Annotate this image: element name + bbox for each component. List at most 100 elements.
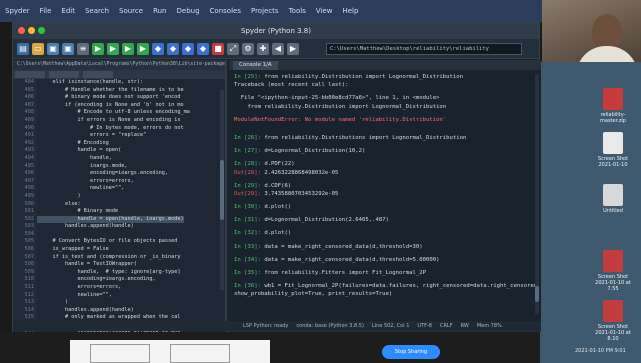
save-all-icon[interactable]: ▣ [62, 42, 74, 55]
menu-item-spyder[interactable]: Spyder [5, 7, 30, 15]
maximize-window-button[interactable] [38, 27, 45, 34]
line-number: 506 [13, 246, 37, 254]
code-line[interactable]: 499 ) [13, 192, 225, 201]
file-icon [603, 184, 623, 206]
code-line[interactable]: 506 is_wrapped = False [13, 246, 225, 254]
debug-icon[interactable]: ◆ [152, 42, 164, 55]
back-arrow-icon[interactable]: ◀ [272, 42, 284, 55]
menu-item-source[interactable]: Source [119, 7, 143, 15]
code-line[interactable]: 502 handle = open(handle, ioargs.mode) [13, 215, 225, 224]
line-number: 494 [13, 154, 37, 163]
console-text: d=Lognormal_Distribution(2.6405,.487) [264, 217, 389, 224]
console-scroll-thumb[interactable] [535, 286, 539, 302]
menu-item-debug[interactable]: Debug [177, 7, 200, 15]
code-line[interactable]: 500 else: [13, 200, 225, 209]
code-line[interactable]: 505 # Convert BytesIO or file objects pa… [13, 238, 225, 247]
editor-tab[interactable] [15, 71, 45, 78]
code-line[interactable]: 513 ) [13, 299, 225, 307]
desktop-file-icon[interactable]: Untitled [591, 184, 635, 214]
menu-item-help[interactable]: Help [342, 7, 358, 15]
step-icon[interactable]: ◆ [167, 42, 179, 55]
code-line[interactable]: 507 if is_text and (compression or _is_b… [13, 253, 225, 262]
editor-scroll-thumb[interactable] [220, 160, 224, 220]
code-line[interactable]: 488 # Encode to utf-8 unless encoding_ma [13, 109, 225, 117]
code-text: if is_text and (compression or _is_binar… [40, 253, 181, 260]
console-line: File "<ipython-input-25-bb00e8cd77a6>", … [234, 94, 536, 102]
code-line[interactable]: 512 newline="", [13, 291, 225, 300]
code-editor-pane[interactable]: C:\Users\Matthew\AppData\Local\Programs\… [13, 60, 227, 332]
code-line[interactable]: 486 # binary mode does not support 'enco… [13, 94, 225, 102]
run-cell-advance-icon[interactable]: ▶ [122, 42, 134, 55]
input-prompt: In [31]: [234, 217, 265, 224]
run-icon[interactable]: ▶ [92, 42, 104, 55]
console-line: In [35]: from reliability.Fitters import… [234, 269, 536, 277]
working-directory-field[interactable]: C:\Users\Matthew\Desktop\reliability\rel… [326, 43, 522, 55]
code-line[interactable]: 485 # Handle whether the filename is to … [13, 86, 225, 95]
code-line[interactable]: 492 # Encoding [13, 139, 225, 148]
run-selection-icon[interactable]: ▶ [137, 42, 149, 55]
close-window-button[interactable] [18, 27, 25, 34]
code-line[interactable]: 503 handles.append(handle) [13, 223, 225, 231]
code-line[interactable]: 487 if (encoding is None and 'b' not in … [13, 101, 225, 110]
desktop-file-icon[interactable]: reliability-master.zip [591, 88, 635, 124]
run-cell-icon[interactable]: ▶ [107, 42, 119, 55]
console-text: File "<ipython-input-25-bb00e8cd77a6>", … [234, 95, 440, 102]
menu-item-edit[interactable]: Edit [61, 7, 75, 15]
python-path-icon[interactable]: ✚ [257, 42, 269, 55]
stop-sharing-button[interactable]: Stop Sharing [382, 345, 440, 359]
code-line[interactable]: 495 ioargs.mode, [13, 162, 225, 171]
code-line[interactable]: 501 # Binary mode [13, 208, 225, 216]
menu-item-tools[interactable]: Tools [289, 7, 306, 15]
code-line[interactable]: 509 handle, # type: ignore[arg-type] [13, 268, 225, 277]
code-line[interactable]: 514 handles.append(handle) [13, 306, 225, 315]
code-line[interactable]: 494 handle, [13, 154, 225, 163]
file-icon [603, 132, 623, 154]
code-line[interactable]: 508 handle = TextIOWrapper( [13, 261, 225, 269]
editor-tab[interactable] [49, 71, 79, 78]
console-scrollbar[interactable] [535, 74, 539, 314]
console-line: Out[29]: 3.7435880703453292e-05 [234, 190, 536, 198]
code-line[interactable]: 498 newline="", [13, 185, 225, 193]
console-text: d.CDF(6) [264, 182, 292, 189]
new-file-icon[interactable]: ▤ [17, 42, 29, 55]
menu-item-search[interactable]: Search [85, 7, 109, 15]
editor-scrollbar[interactable] [220, 90, 224, 290]
code-line[interactable]: 510 encoding=ioargs.encoding, [13, 276, 225, 285]
maximize-pane-icon[interactable]: ⤢ [227, 42, 239, 55]
code-line[interactable]: 511 errors=errors, [13, 284, 225, 292]
code-line[interactable]: 489 if errors is None and encoding is [13, 116, 225, 125]
menu-item-consoles[interactable]: Consoles [210, 7, 241, 15]
forward-arrow-icon[interactable]: ▶ [287, 42, 299, 55]
code-line[interactable]: 504 [13, 230, 225, 239]
minimize-window-button[interactable] [28, 27, 35, 34]
ipython-console-pane[interactable]: Console 1/A In [25]: from reliability.Di… [229, 60, 541, 332]
code-line[interactable]: 491 errors = "replace" [13, 132, 225, 140]
settings-icon[interactable]: ⚙ [242, 42, 254, 55]
desktop-file-icon[interactable]: Screen Shot 2021-01-10 at 7.55 [591, 250, 635, 292]
person-head [592, 14, 622, 50]
console-text: from reliability.Fitters import Fit_Logn… [264, 270, 426, 276]
step-return-icon[interactable]: ◆ [197, 42, 209, 55]
code-line[interactable]: 496 encoding=ioargs.encoding, [13, 170, 225, 178]
save-icon[interactable]: ▣ [47, 42, 59, 55]
menu-item-projects[interactable]: Projects [251, 7, 279, 15]
open-folder-icon[interactable]: ▭ [32, 42, 44, 55]
console-line: In [33]: data = make_right_censored_data… [234, 243, 536, 251]
window-title: Spyder (Python 3.8) [241, 27, 311, 35]
code-line[interactable]: 497 errors=errors, [13, 177, 225, 186]
menu-item-file[interactable]: File [40, 7, 52, 15]
step-into-icon[interactable]: ◆ [182, 42, 194, 55]
desktop-file-icon[interactable]: Screen Shot 2021-01-10 [591, 132, 635, 168]
console-tab[interactable]: Console 1/A [233, 60, 278, 70]
stop-debug-icon[interactable]: ■ [212, 42, 224, 55]
code-line[interactable]: 493 handle = open( [13, 147, 225, 155]
line-number: 486 [13, 94, 37, 102]
status-bar: LSP Python: ready conda: base (Python 3.8… [13, 321, 541, 331]
menu-item-view[interactable]: View [316, 7, 333, 15]
desktop-file-icon[interactable]: Screen Shot 2021-01-10 at 8.10 [591, 300, 635, 342]
code-line[interactable]: 490 # In bytes mode, errors do not [13, 124, 225, 133]
menu-item-run[interactable]: Run [153, 7, 166, 15]
preferences-icon[interactable]: ≡ [77, 42, 89, 55]
code-line[interactable]: 484 elif isinstance(handle, str): [13, 79, 225, 87]
editor-tab[interactable] [83, 71, 113, 78]
